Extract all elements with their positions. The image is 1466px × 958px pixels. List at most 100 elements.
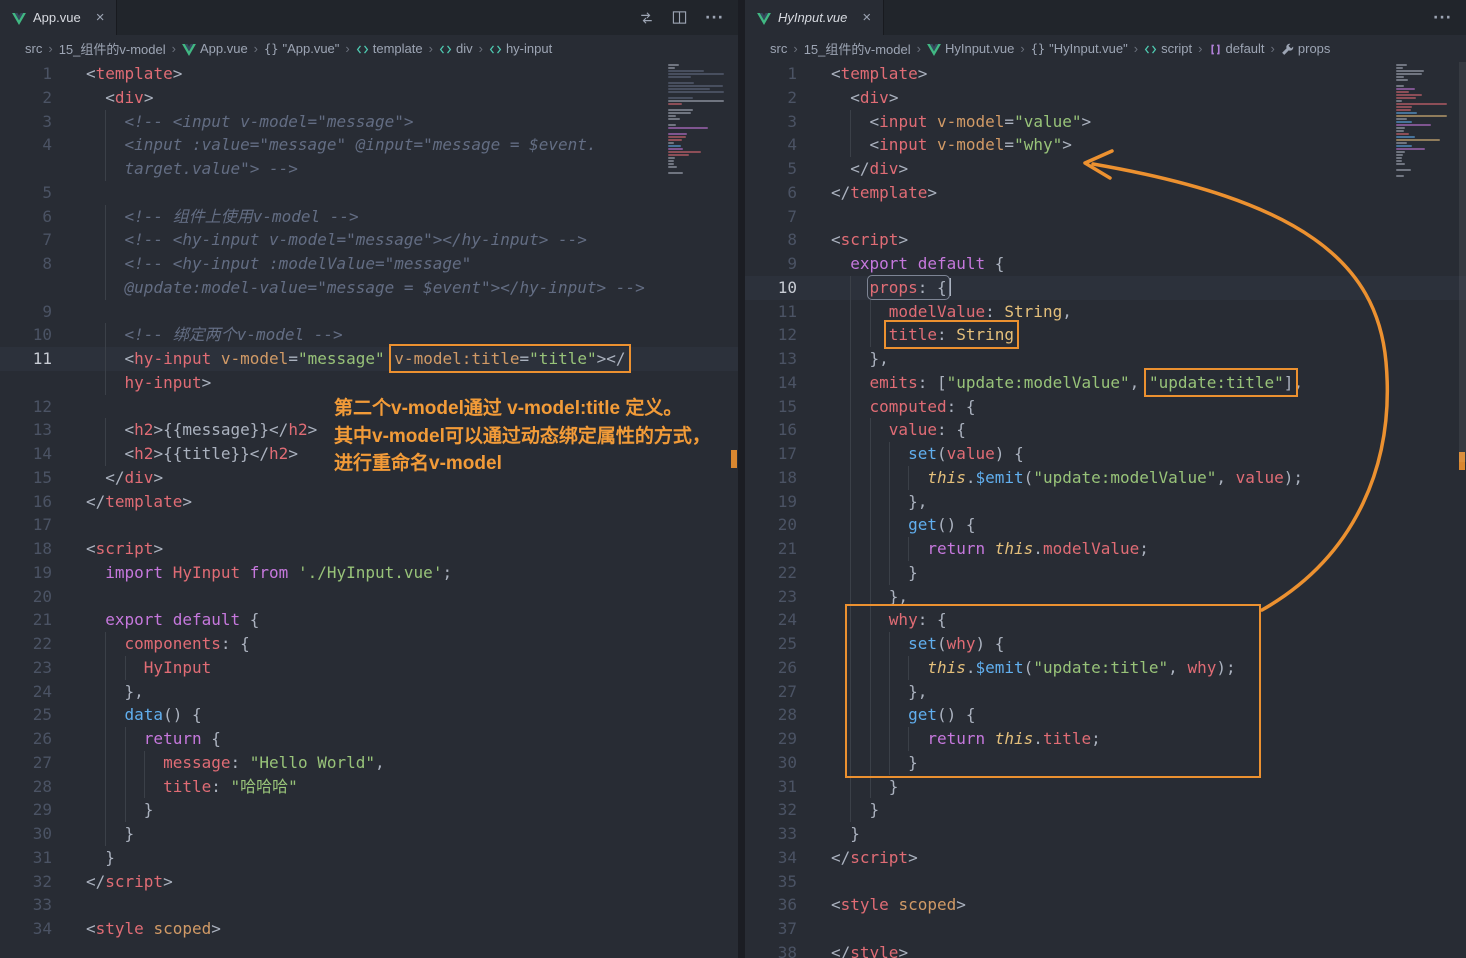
code-line[interactable]: 17 set(value) { (745, 442, 1466, 466)
code-line[interactable]: 25 set(why) { (745, 632, 1466, 656)
breadcrumb-item[interactable]: {} "HyInput.vue" (1031, 41, 1128, 56)
code-line[interactable]: 2 <div> (0, 86, 738, 110)
line-number[interactable]: 7 (0, 228, 52, 252)
code-line[interactable]: 33} (745, 822, 1466, 846)
code-line[interactable]: 19}, (745, 490, 1466, 514)
line-number[interactable]: 27 (0, 751, 52, 775)
breadcrumb-item[interactable]: 15_组件的v-model (59, 39, 166, 58)
breadcrumb-item[interactable]: App.vue (182, 41, 248, 56)
line-number[interactable]: 17 (745, 442, 797, 466)
code-line[interactable]: 6 </template> (745, 181, 1466, 205)
code-line[interactable]: 28 title: "哈哈哈" (0, 775, 738, 799)
code-area-left[interactable]: 1 <template> 2 <div> 3 <!-- <input v-model="m… (0, 62, 738, 941)
code-line[interactable]: 10 props: { (745, 274, 1466, 300)
code-line[interactable]: 37 (745, 917, 1466, 941)
code-line[interactable]: 28 get() { (745, 703, 1466, 727)
line-number[interactable]: 3 (745, 110, 797, 134)
code-line[interactable]: 26 this.$emit("update:title", why); (745, 656, 1466, 680)
breadcrumb-item[interactable]: src (770, 41, 787, 56)
code-line[interactable]: 20 get() { (745, 513, 1466, 537)
line-number[interactable]: 1 (0, 62, 52, 86)
line-number[interactable]: 8 (0, 252, 52, 276)
code-line[interactable]: 32} (745, 798, 1466, 822)
line-number[interactable]: 13 (745, 347, 797, 371)
breadcrumb-item[interactable]: src (25, 41, 42, 56)
line-number[interactable]: 14 (0, 442, 52, 466)
line-number[interactable]: 27 (745, 680, 797, 704)
code-line[interactable]: hy-input> (0, 371, 738, 395)
compare-changes-icon[interactable] (639, 11, 654, 25)
code-line[interactable]: 27 message: "Hello World", (0, 751, 738, 775)
code-line[interactable]: 4 <input v-model="why"> (745, 133, 1466, 157)
code-line[interactable]: 18 <script> (0, 537, 738, 561)
breadcrumb-item[interactable]: default (1209, 41, 1265, 56)
code-line[interactable]: 14 emits: ["update:modelValue", "update:t… (745, 367, 1466, 397)
line-number[interactable]: 20 (745, 513, 797, 537)
code-line[interactable]: 6 <!-- 组件上使用v-model --> (0, 205, 738, 229)
code-line[interactable]: 21 export default { (0, 608, 738, 632)
line-number[interactable]: 21 (745, 537, 797, 561)
line-number[interactable]: 34 (745, 846, 797, 870)
line-number[interactable]: 23 (745, 585, 797, 609)
code-line[interactable]: 36 <style scoped> (745, 893, 1466, 917)
code-line[interactable]: 29} (0, 798, 738, 822)
line-number[interactable]: 35 (745, 870, 797, 894)
code-line[interactable]: @update:model-value="message = $event"><… (0, 276, 738, 300)
line-number[interactable]: 2 (745, 86, 797, 110)
line-number[interactable]: 29 (0, 798, 52, 822)
breadcrumb-item[interactable]: {} "App.vue" (264, 41, 339, 56)
code-line[interactable]: 30} (0, 822, 738, 846)
line-number[interactable]: 18 (0, 537, 52, 561)
line-number[interactable]: 13 (0, 418, 52, 442)
line-number[interactable]: 37 (745, 917, 797, 941)
code-line[interactable]: 16 value: { (745, 418, 1466, 442)
code-line[interactable]: 31} (745, 775, 1466, 799)
code-line[interactable]: 13}, (745, 347, 1466, 371)
line-number[interactable]: 11 (0, 347, 52, 371)
code-area-right[interactable]: 1 <template> 2 <div> 3 <input v-model="value"… (745, 62, 1466, 958)
code-line[interactable]: 16 </template> (0, 490, 738, 514)
tab-hyinput-vue[interactable]: HyInput.vue × (745, 0, 885, 35)
line-number[interactable]: 38 (745, 941, 797, 958)
code-line[interactable]: 24 why: { (745, 608, 1466, 632)
line-number[interactable]: 32 (745, 798, 797, 822)
line-number[interactable]: 22 (745, 561, 797, 585)
code-line[interactable]: 23}, (745, 585, 1466, 609)
line-number[interactable]: 24 (745, 608, 797, 632)
code-line[interactable]: 11 <hy-input v-model="message" v-model:ti… (0, 344, 738, 373)
breadcrumb-item[interactable]: HyInput.vue (927, 41, 1014, 56)
line-number[interactable]: 10 (0, 323, 52, 347)
code-line[interactable]: 23 HyInput (0, 656, 738, 680)
code-line[interactable]: 35 (745, 870, 1466, 894)
line-number[interactable]: 18 (745, 466, 797, 490)
breadcrumb-item[interactable]: script (1144, 41, 1192, 56)
code-line[interactable]: 20 (0, 585, 738, 609)
more-actions-icon[interactable]: ··· (705, 10, 724, 26)
line-number[interactable]: 15 (745, 395, 797, 419)
code-line[interactable]: 22 components: { (0, 632, 738, 656)
code-line[interactable]: 27}, (745, 680, 1466, 704)
line-number[interactable]: 29 (745, 727, 797, 751)
code-line[interactable]: 3 <!-- <input v-model="message"> (0, 110, 738, 134)
breadcrumb-item[interactable]: hy-input (489, 41, 552, 56)
line-number[interactable]: 36 (745, 893, 797, 917)
line-number[interactable] (0, 276, 52, 300)
line-number[interactable]: 28 (0, 775, 52, 799)
code-line[interactable]: 19 import HyInput from './HyInput.vue'; (0, 561, 738, 585)
line-number[interactable]: 4 (745, 133, 797, 157)
line-number[interactable]: 8 (745, 228, 797, 252)
line-number[interactable]: 12 (745, 323, 797, 347)
line-number[interactable]: 28 (745, 703, 797, 727)
code-line[interactable]: 7 <!-- <hy-input v-model="message"></hy-i… (0, 228, 738, 252)
tab-app-vue[interactable]: App.vue × (0, 0, 118, 35)
line-number[interactable]: 4 (0, 133, 52, 157)
breadcrumb-item[interactable]: template (356, 41, 423, 56)
code-line[interactable]: 34 </script> (745, 846, 1466, 870)
close-icon[interactable]: × (862, 9, 871, 26)
breadcrumb-item[interactable]: 15_组件的v-model (804, 39, 911, 58)
line-number[interactable]: 16 (0, 490, 52, 514)
scrollbar[interactable] (1459, 62, 1466, 462)
line-number[interactable]: 30 (0, 822, 52, 846)
line-number[interactable]: 22 (0, 632, 52, 656)
code-line[interactable]: 15 computed: { (745, 395, 1466, 419)
